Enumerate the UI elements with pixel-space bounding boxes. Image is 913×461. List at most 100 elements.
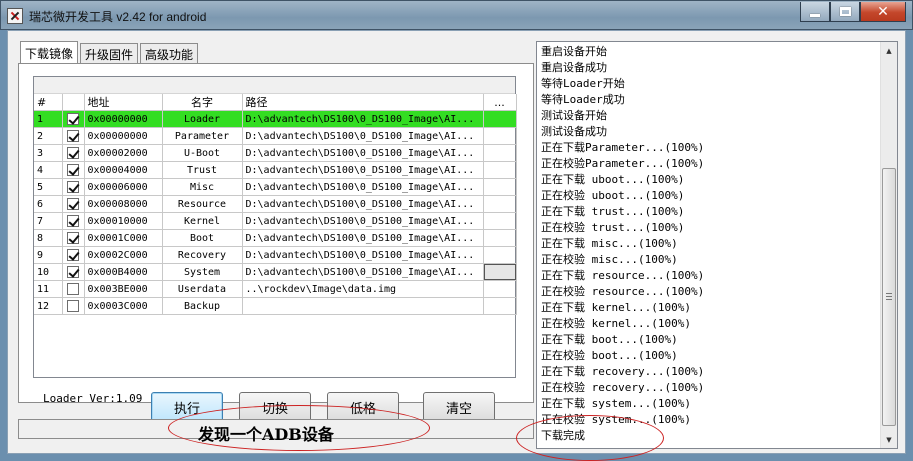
row-checkbox-cell[interactable] <box>62 229 85 247</box>
row-path[interactable]: D:\advantech\DS100\0_DS100_Image\AI... <box>242 246 484 264</box>
row-path[interactable]: D:\advantech\DS100\0_DS100_Image\AI... <box>242 195 484 213</box>
col-name-header[interactable]: 名字 <box>162 94 243 111</box>
row-checkbox[interactable] <box>66 130 79 142</box>
row-checkbox-cell[interactable] <box>62 127 85 145</box>
row-address[interactable]: 0x000B4000 <box>84 263 163 281</box>
row-path[interactable]: D:\advantech\DS100\0_DS100_Image\AI... <box>242 127 484 145</box>
row-checkbox-cell[interactable] <box>62 246 85 264</box>
scroll-up-icon[interactable]: ▲ <box>881 42 897 59</box>
table-row[interactable]: 7 0x00010000 Kernel D:\advantech\DS100\0_DS… <box>34 212 517 230</box>
col-path-header[interactable]: 路径 <box>242 94 484 111</box>
row-name[interactable]: Loader <box>162 110 243 128</box>
table-row[interactable]: 6 0x00008000 Resource D:\advantech\DS100\0_… <box>34 195 517 213</box>
col-index-header[interactable]: # <box>34 94 63 111</box>
row-name[interactable]: System <box>162 263 243 281</box>
row-browse-cell[interactable] <box>483 263 517 281</box>
row-checkbox[interactable] <box>66 249 79 261</box>
row-name[interactable]: Kernel <box>162 212 243 230</box>
row-browse-cell[interactable] <box>483 229 517 247</box>
row-address[interactable]: 0x00006000 <box>84 178 163 196</box>
row-browse-cell[interactable] <box>483 127 517 145</box>
close-button[interactable]: ✕ <box>860 2 906 22</box>
row-name[interactable]: Resource <box>162 195 243 213</box>
run-button[interactable]: 执行 <box>151 392 223 422</box>
row-address[interactable]: 0x0003C000 <box>84 297 163 315</box>
row-name[interactable]: Trust <box>162 161 243 179</box>
row-checkbox-cell[interactable] <box>62 144 85 162</box>
table-row[interactable]: 11 0x003BE000 Userdata ..\rockdev\Image\dat… <box>34 280 517 298</box>
row-name[interactable]: Misc <box>162 178 243 196</box>
row-path[interactable] <box>242 297 484 315</box>
row-browse-cell[interactable] <box>483 246 517 264</box>
row-browse-cell[interactable] <box>483 195 517 213</box>
col-check-header[interactable] <box>62 94 85 111</box>
row-name[interactable]: Userdata <box>162 280 243 298</box>
row-address[interactable]: 0x00000000 <box>84 127 163 145</box>
row-browse-cell[interactable] <box>483 161 517 179</box>
lowformat-button[interactable]: 低格 <box>327 392 399 422</box>
row-browse-cell[interactable] <box>483 110 517 128</box>
row-browse-cell[interactable] <box>483 212 517 230</box>
table-row[interactable]: 12 0x0003C000 Backup <box>34 297 517 315</box>
scroll-thumb[interactable] <box>882 168 896 426</box>
table-row[interactable]: 5 0x00006000 Misc D:\advantech\DS100\0_DS10… <box>34 178 517 196</box>
row-checkbox-cell[interactable] <box>62 110 85 128</box>
row-address[interactable]: 0x00000000 <box>84 110 163 128</box>
table-row[interactable]: 4 0x00004000 Trust D:\advantech\DS100\0_DS1… <box>34 161 517 179</box>
table-row[interactable]: 2 0x00000000 Parameter D:\advantech\DS100\0… <box>34 127 517 145</box>
row-path[interactable]: D:\advantech\DS100\0_DS100_Image\AI... <box>242 178 484 196</box>
row-address[interactable]: 0x00004000 <box>84 161 163 179</box>
row-path[interactable]: D:\advantech\DS100\0_DS100_Image\AI... <box>242 110 484 128</box>
row-checkbox[interactable] <box>66 300 79 312</box>
row-address[interactable]: 0x00002000 <box>84 144 163 162</box>
col-extra-header[interactable]: ... <box>483 94 517 111</box>
row-checkbox-cell[interactable] <box>62 161 85 179</box>
tab-advanced[interactable]: 高级功能 <box>140 43 199 63</box>
row-address[interactable]: 0x003BE000 <box>84 280 163 298</box>
row-checkbox-cell[interactable] <box>62 280 85 298</box>
row-checkbox-cell[interactable] <box>62 178 85 196</box>
maximize-button[interactable] <box>830 2 860 22</box>
row-name[interactable]: Boot <box>162 229 243 247</box>
row-name[interactable]: Parameter <box>162 127 243 145</box>
col-address-header[interactable]: 地址 <box>84 94 163 111</box>
row-name[interactable]: U-Boot <box>162 144 243 162</box>
row-address[interactable]: 0x0002C000 <box>84 246 163 264</box>
row-checkbox[interactable] <box>66 113 79 125</box>
row-address[interactable]: 0x00008000 <box>84 195 163 213</box>
minimize-button[interactable] <box>800 2 830 22</box>
row-checkbox-cell[interactable] <box>62 212 85 230</box>
row-checkbox[interactable] <box>66 164 79 176</box>
tab-upgrade-firmware[interactable]: 升级固件 <box>80 43 139 63</box>
row-path[interactable]: D:\advantech\DS100\0_DS100_Image\AI... <box>242 212 484 230</box>
scroll-down-icon[interactable]: ▼ <box>881 431 897 448</box>
row-checkbox[interactable] <box>66 198 79 210</box>
table-row[interactable]: 9 0x0002C000 Recovery D:\advantech\DS100\0_… <box>34 246 517 264</box>
row-browse-cell[interactable] <box>483 144 517 162</box>
row-address[interactable]: 0x0001C000 <box>84 229 163 247</box>
row-name[interactable]: Recovery <box>162 246 243 264</box>
row-name[interactable]: Backup <box>162 297 243 315</box>
row-checkbox[interactable] <box>66 147 79 159</box>
row-browse-cell[interactable] <box>483 297 517 315</box>
row-browse-cell[interactable] <box>483 178 517 196</box>
row-checkbox-cell[interactable] <box>62 263 85 281</box>
row-browse-cell[interactable] <box>483 280 517 298</box>
switch-button[interactable]: 切换 <box>239 392 311 422</box>
row-checkbox-cell[interactable] <box>62 297 85 315</box>
table-row[interactable]: 3 0x00002000 U-Boot D:\advantech\DS100\0_DS… <box>34 144 517 162</box>
row-path[interactable]: ..\rockdev\Image\data.img <box>242 280 484 298</box>
table-row[interactable]: 10 0x000B4000 System D:\advantech\DS100\0_D… <box>34 263 517 281</box>
clear-button[interactable]: 清空 <box>423 392 495 422</box>
row-checkbox[interactable] <box>66 266 79 278</box>
row-checkbox[interactable] <box>66 232 79 244</box>
row-checkbox[interactable] <box>66 283 79 295</box>
table-row[interactable]: 1 0x00000000 Loader D:\advantech\DS100\0_DS… <box>34 110 517 128</box>
row-path[interactable]: D:\advantech\DS100\0_DS100_Image\AI... <box>242 161 484 179</box>
row-checkbox[interactable] <box>66 181 79 193</box>
table-row[interactable]: 8 0x0001C000 Boot D:\advantech\DS100\0_DS10… <box>34 229 517 247</box>
log-panel[interactable]: 重启设备开始 重启设备成功 等待Loader开始 等待Loader成功 测试设备开始 测试… <box>536 41 898 449</box>
tab-download-image[interactable]: 下载镜像 <box>20 41 79 63</box>
row-path[interactable]: D:\advantech\DS100\0_DS100_Image\AI... <box>242 229 484 247</box>
row-path[interactable]: D:\advantech\DS100\0_DS100_Image\AI... <box>242 263 484 281</box>
